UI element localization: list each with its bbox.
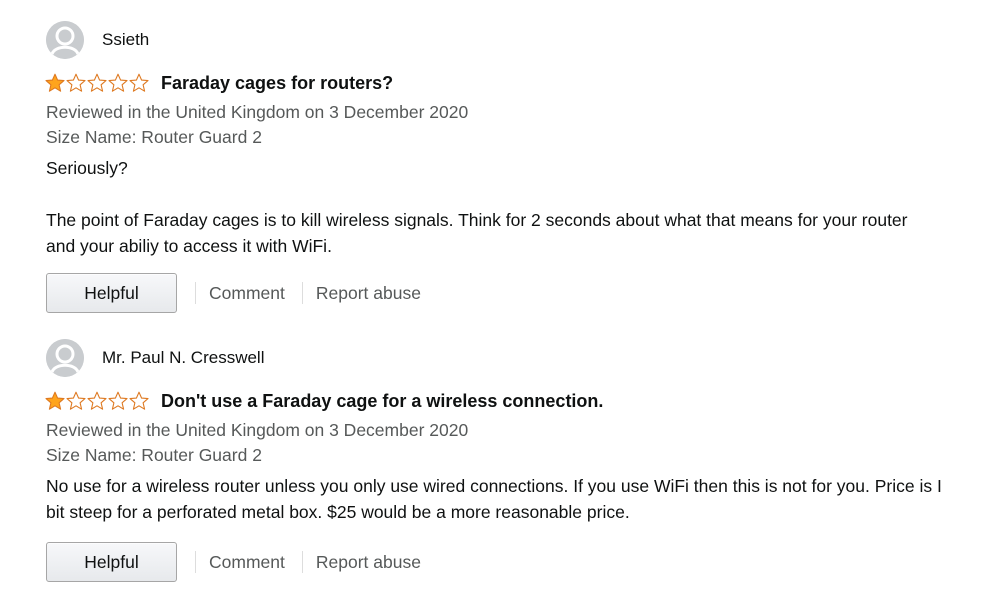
- reviewer-name[interactable]: Ssieth: [102, 30, 149, 50]
- review-title-row: Don't use a Faraday cage for a wireless …: [45, 388, 976, 414]
- action-divider: [195, 551, 196, 573]
- comment-link[interactable]: Comment: [209, 552, 285, 573]
- review-variant[interactable]: Size Name: Router Guard 2: [46, 125, 976, 149]
- review-profile: Ssieth: [46, 20, 976, 60]
- review-actions: Helpful Comment Report abuse: [46, 542, 976, 582]
- star-outline-icon: [108, 73, 128, 92]
- reviewer-name[interactable]: Mr. Paul N. Cresswell: [102, 348, 264, 368]
- review-body-line: The point of Faraday cages is to kill wi…: [46, 210, 908, 256]
- action-divider: [301, 551, 303, 573]
- star-outline-icon: [108, 391, 128, 410]
- comment-link[interactable]: Comment: [209, 283, 285, 304]
- review-body-line: Seriously?: [46, 158, 128, 178]
- helpful-button[interactable]: Helpful: [46, 273, 177, 313]
- review: Ssieth Faraday cages for routers? Review…: [45, 20, 976, 313]
- review: Mr. Paul N. Cresswell Don't use a Farada…: [45, 338, 976, 582]
- star-outline-icon: [129, 391, 149, 410]
- report-abuse-link[interactable]: Report abuse: [316, 552, 421, 573]
- action-divider: [301, 282, 303, 304]
- default-user-avatar-icon: [46, 339, 84, 377]
- star-filled-icon: [45, 391, 65, 410]
- star-outline-icon: [66, 391, 86, 410]
- review-body-line: No use for a wireless router unless you …: [46, 476, 942, 522]
- review-profile: Mr. Paul N. Cresswell: [46, 338, 976, 378]
- star-outline-icon: [87, 73, 107, 92]
- star-rating[interactable]: [45, 391, 150, 411]
- star-rating[interactable]: [45, 73, 150, 93]
- review-date: Reviewed in the United Kingdom on 3 Dece…: [46, 102, 469, 122]
- action-divider: [195, 282, 196, 304]
- star-outline-icon: [129, 73, 149, 92]
- review-date: Reviewed in the United Kingdom on 3 Dece…: [46, 420, 469, 440]
- review-actions: Helpful Comment Report abuse: [46, 273, 976, 313]
- review-variant[interactable]: Size Name: Router Guard 2: [46, 443, 976, 467]
- star-filled-icon: [45, 73, 65, 92]
- review-title[interactable]: Don't use a Faraday cage for a wireless …: [161, 391, 603, 412]
- review-title-row: Faraday cages for routers?: [45, 70, 976, 96]
- default-user-avatar-icon: [46, 21, 84, 59]
- star-outline-icon: [87, 391, 107, 410]
- helpful-button[interactable]: Helpful: [46, 542, 177, 582]
- star-outline-icon: [66, 73, 86, 92]
- review-title[interactable]: Faraday cages for routers?: [161, 73, 393, 94]
- report-abuse-link[interactable]: Report abuse: [316, 283, 421, 304]
